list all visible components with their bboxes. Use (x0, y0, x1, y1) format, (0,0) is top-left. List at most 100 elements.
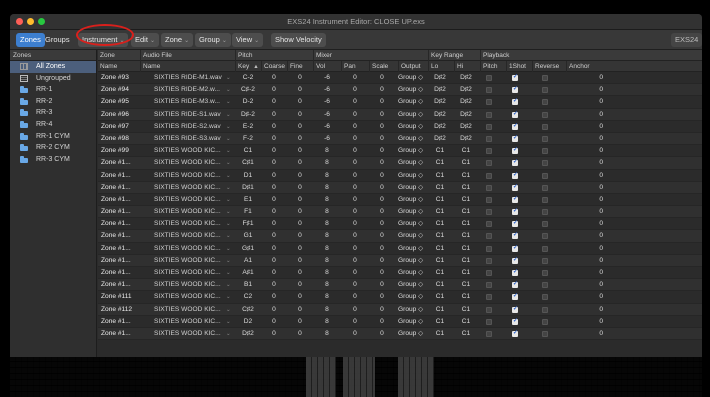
sidebar-item-rr-2-cym[interactable]: RR-2 CYM (10, 142, 96, 154)
audio-file-cell[interactable]: SIXTIES WOOD KIC... (154, 255, 234, 267)
anchor-cell[interactable]: 0 (591, 109, 603, 121)
output-select[interactable]: Group ◇ (398, 255, 428, 267)
fine-cell[interactable]: 0 (287, 96, 313, 108)
file-dropdown-chevron-icon[interactable]: ⌄ (226, 328, 234, 340)
key-range-lo-cell[interactable]: D♯2 (428, 109, 452, 121)
zone-name-cell[interactable]: Zone #94 (101, 84, 141, 96)
group-menu[interactable]: Group ⌄ (195, 33, 231, 47)
file-dropdown-chevron-icon[interactable]: ⌄ (226, 133, 234, 145)
volume-cell[interactable]: 8 (313, 230, 341, 242)
coarse-cell[interactable]: 0 (261, 145, 287, 157)
fine-cell[interactable]: 0 (287, 218, 313, 230)
tab-groups[interactable]: Groups (41, 33, 74, 47)
table-row[interactable]: Zone #1... SIXTIES WOOD KIC... D2 0 0 8 0 0 Grou… (98, 316, 702, 328)
key-cell[interactable]: A1 (235, 255, 261, 267)
key-range-lo-cell[interactable]: C1 (428, 157, 452, 169)
pan-cell[interactable]: 0 (341, 279, 369, 291)
key-range-hi-cell[interactable]: D♯2 (454, 121, 478, 133)
audio-file-cell[interactable]: SIXTIES RIDE-S3.wav (154, 133, 234, 145)
key-cell[interactable]: E-2 (235, 121, 261, 133)
oneshot-checkbox[interactable] (512, 244, 518, 252)
column-header-name[interactable]: Name (98, 61, 140, 72)
key-range-hi-cell[interactable]: C1 (454, 170, 478, 182)
zone-name-cell[interactable]: Zone #1... (101, 267, 141, 279)
table-row[interactable]: Zone #93 SIXTIES RIDE-M1.wav C-2 0 0 -6 0 0 Grou… (98, 72, 702, 85)
file-dropdown-chevron-icon[interactable]: ⌄ (226, 279, 234, 291)
pitch-checkbox[interactable] (486, 99, 492, 106)
key-range-lo-cell[interactable]: C1 (428, 279, 452, 291)
pan-cell[interactable]: 0 (341, 145, 369, 157)
coarse-cell[interactable]: 0 (261, 157, 287, 169)
fine-cell[interactable]: 0 (287, 182, 313, 194)
reverse-checkbox[interactable] (542, 257, 548, 264)
table-row[interactable]: Zone #1... SIXTIES WOOD KIC... D♯2 0 0 8 0 0 Gro… (98, 327, 702, 341)
audio-file-cell[interactable]: SIXTIES RIDE-S1.wav (154, 109, 234, 121)
file-dropdown-chevron-icon[interactable]: ⌄ (226, 194, 234, 206)
key-cell[interactable]: G1 (235, 230, 261, 242)
output-select[interactable]: Group ◇ (398, 170, 428, 182)
zone-menu[interactable]: Zone ⌄ (161, 33, 194, 47)
volume-cell[interactable]: 8 (313, 243, 341, 255)
file-dropdown-chevron-icon[interactable]: ⌄ (226, 230, 234, 242)
scale-cell[interactable]: 0 (369, 230, 395, 242)
column-header-vol[interactable]: Vol (313, 61, 341, 72)
volume-cell[interactable]: 8 (313, 316, 341, 328)
key-cell[interactable]: D♯2 (235, 328, 261, 340)
pitch-checkbox[interactable] (486, 87, 492, 94)
zone-name-cell[interactable]: Zone #1... (101, 279, 141, 291)
table-row[interactable]: Zone #95 SIXTIES RIDE-M3.w... D-2 0 0 -6 0 0 Gro… (98, 96, 702, 109)
anchor-cell[interactable]: 0 (591, 279, 603, 291)
fine-cell[interactable]: 0 (287, 170, 313, 182)
key-cell[interactable]: C♯1 (235, 157, 261, 169)
pitch-checkbox[interactable] (486, 221, 492, 228)
reverse-checkbox[interactable] (542, 233, 548, 240)
volume-cell[interactable]: -6 (313, 72, 341, 84)
key-range-hi-cell[interactable]: C1 (454, 218, 478, 230)
pitch-checkbox[interactable] (486, 75, 492, 81)
coarse-cell[interactable]: 0 (261, 255, 287, 267)
volume-cell[interactable]: 8 (313, 182, 341, 194)
key-cell[interactable]: G♯1 (235, 243, 261, 255)
oneshot-checkbox[interactable] (512, 207, 518, 216)
output-select[interactable]: Group ◇ (398, 157, 428, 169)
fine-cell[interactable]: 0 (287, 291, 313, 303)
volume-cell[interactable]: 8 (313, 267, 341, 279)
audio-file-cell[interactable]: SIXTIES WOOD KIC... (154, 230, 234, 242)
table-row[interactable]: Zone #1... SIXTIES WOOD KIC... G♯1 0 0 8 0 0 Gro… (98, 243, 702, 255)
file-dropdown-chevron-icon[interactable]: ⌄ (226, 121, 234, 133)
volume-cell[interactable]: -6 (313, 109, 341, 121)
oneshot-checkbox[interactable] (512, 97, 518, 106)
key-cell[interactable]: C♯-2 (235, 84, 261, 96)
pan-cell[interactable]: 0 (341, 304, 369, 316)
reverse-checkbox[interactable] (542, 172, 548, 179)
key-cell[interactable]: C2 (235, 291, 261, 303)
anchor-cell[interactable]: 0 (591, 316, 603, 328)
audio-file-cell[interactable]: SIXTIES RIDE-M3.w... (154, 96, 234, 108)
reverse-checkbox[interactable] (542, 221, 548, 228)
key-range-lo-cell[interactable]: C1 (428, 230, 452, 242)
anchor-cell[interactable]: 0 (591, 194, 603, 206)
coarse-cell[interactable]: 0 (261, 291, 287, 303)
key-range-hi-cell[interactable]: D♯2 (454, 109, 478, 121)
output-select[interactable]: Group ◇ (398, 194, 428, 206)
file-dropdown-chevron-icon[interactable]: ⌄ (226, 84, 234, 96)
pan-cell[interactable]: 0 (341, 170, 369, 182)
table-row[interactable]: Zone #1... SIXTIES WOOD KIC... D♯1 0 0 8 0 0 Gro… (98, 181, 702, 194)
key-range-hi-cell[interactable]: C1 (454, 182, 478, 194)
pitch-checkbox[interactable] (486, 294, 492, 301)
scale-cell[interactable]: 0 (369, 96, 395, 108)
table-row[interactable]: Zone #1... SIXTIES WOOD KIC... E1 0 0 8 0 0 Grou… (98, 194, 702, 207)
volume-cell[interactable]: 8 (313, 328, 341, 340)
zone-name-cell[interactable]: Zone #1... (101, 255, 141, 267)
output-select[interactable]: Group ◇ (398, 328, 428, 340)
key-range-lo-cell[interactable]: C1 (428, 255, 452, 267)
pitch-checkbox[interactable] (486, 184, 492, 191)
pitch-checkbox[interactable] (486, 233, 492, 240)
fine-cell[interactable]: 0 (287, 230, 313, 242)
pan-cell[interactable]: 0 (341, 328, 369, 340)
key-range-hi-cell[interactable]: C1 (454, 316, 478, 328)
output-select[interactable]: Group ◇ (398, 279, 428, 291)
fine-cell[interactable]: 0 (287, 316, 313, 328)
key-range-lo-cell[interactable]: C1 (428, 304, 452, 316)
key-range-hi-cell[interactable]: C1 (454, 230, 478, 242)
